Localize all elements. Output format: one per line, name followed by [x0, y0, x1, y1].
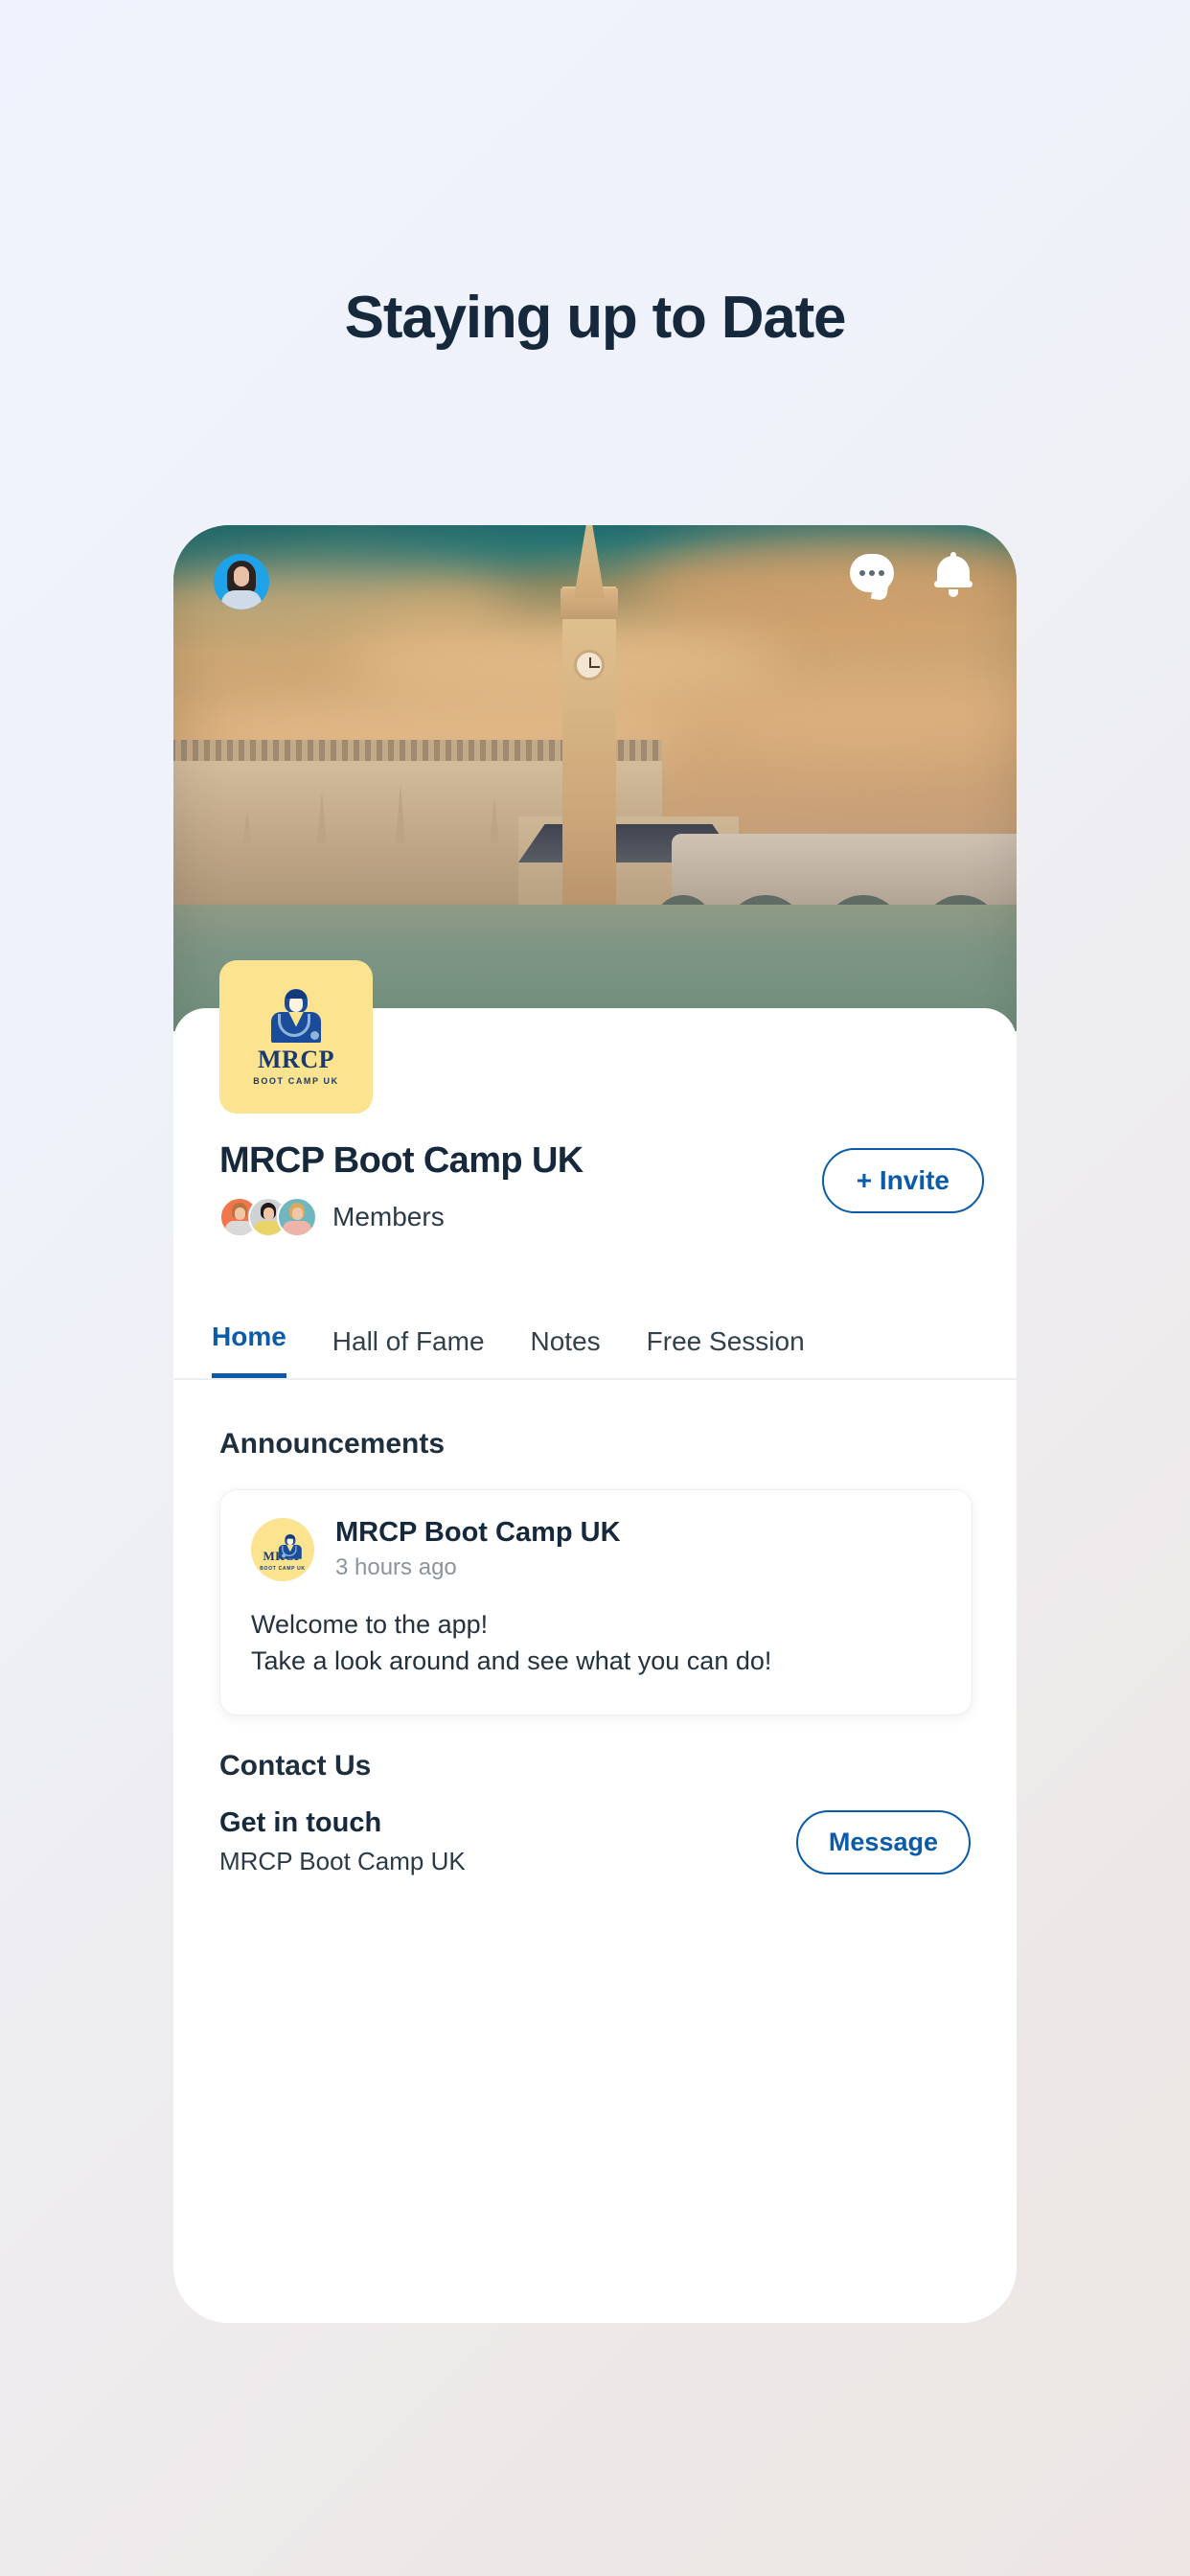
- members-label: Members: [332, 1202, 445, 1231]
- member-avatar: [277, 1197, 317, 1237]
- org-name: MRCP Boot Camp UK: [219, 1140, 584, 1181]
- org-logo-tile: MRCP BOOT CAMP UK: [219, 960, 373, 1114]
- contact-heading: Contact Us: [219, 1750, 372, 1782]
- user-avatar[interactable]: [214, 554, 269, 610]
- announcement-avatar: MRCP BOOT CAMP UK: [251, 1517, 314, 1581]
- org-header: MRCP Boot Camp UK Members + Invite: [219, 1140, 984, 1237]
- logo-subtitle-text: BOOT CAMP UK: [260, 1565, 306, 1572]
- doctor-icon: [276, 1533, 302, 1559]
- doctor-icon: [265, 988, 327, 1043]
- announcement-card[interactable]: MRCP BOOT CAMP UK MRCP Boot Camp UK 3 ho…: [219, 1489, 973, 1715]
- members-row[interactable]: Members: [219, 1197, 584, 1237]
- contact-subtitle: MRCP Boot Camp UK: [219, 1847, 466, 1875]
- announcement-header: MRCP BOOT CAMP UK MRCP Boot Camp UK 3 ho…: [251, 1517, 941, 1581]
- bell-icon[interactable]: [934, 552, 973, 597]
- member-avatar-stack: [219, 1197, 317, 1237]
- tab-home[interactable]: Home: [212, 1322, 286, 1378]
- tab-notes[interactable]: Notes: [531, 1326, 601, 1378]
- hero-image: [173, 525, 1017, 1031]
- message-button[interactable]: Message: [795, 1809, 971, 1874]
- announcement-timestamp: 3 hours ago: [335, 1554, 457, 1580]
- contact-title: Get in touch: [219, 1807, 382, 1838]
- tab-free-session[interactable]: Free Session: [647, 1326, 805, 1378]
- announcement-author: MRCP Boot Camp UK: [335, 1517, 621, 1548]
- logo-subtitle-text: BOOT CAMP UK: [253, 1075, 339, 1086]
- tab-bar: Home Hall of Fame Notes Free Session: [173, 1292, 1017, 1380]
- logo-mrcp-text: MRCP: [258, 1045, 334, 1073]
- announcements-heading: Announcements: [219, 1428, 446, 1460]
- tab-hall-of-fame[interactable]: Hall of Fame: [332, 1326, 485, 1378]
- phone-mockup: MRCP BOOT CAMP UK MRCP Boot Camp UK Memb…: [173, 525, 1017, 2323]
- page-title: Staying up to Date: [344, 285, 847, 351]
- chat-bubble-icon[interactable]: [850, 554, 894, 602]
- header-icons: [850, 552, 973, 602]
- invite-button[interactable]: + Invite: [821, 1148, 984, 1213]
- contact-row: Get in touch MRCP Boot Camp UK Message: [219, 1807, 971, 1876]
- announcement-body: Welcome to the app! Take a look around a…: [251, 1610, 772, 1676]
